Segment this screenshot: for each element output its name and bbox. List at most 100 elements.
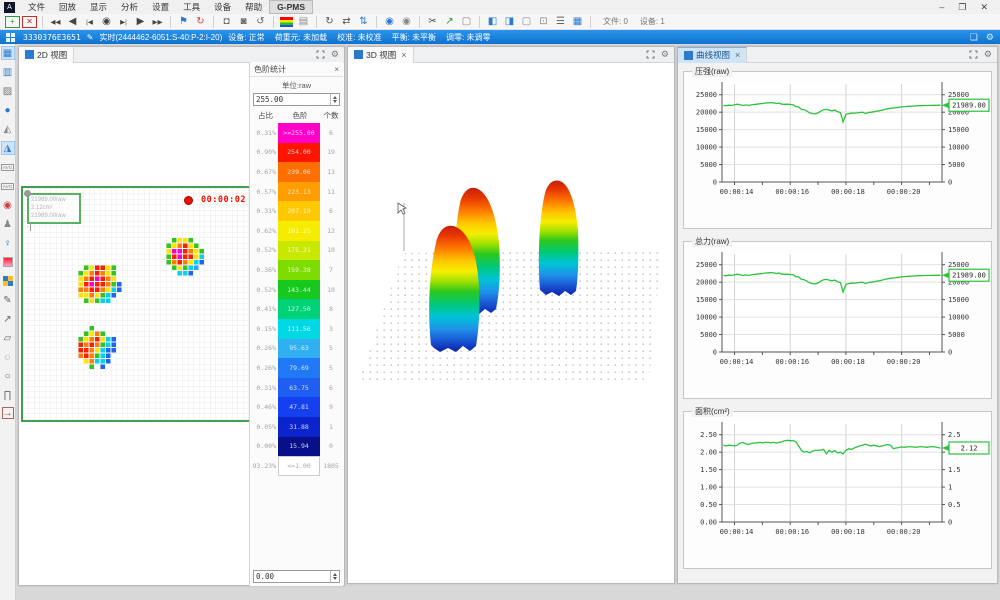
hex-tool-icon[interactable]: ● — [1, 103, 15, 117]
svg-text:5000: 5000 — [948, 161, 965, 169]
circle-tool-icon[interactable]: ○ — [1, 369, 15, 383]
list-icon[interactable]: ☰ — [553, 15, 568, 29]
histogram-title: 色阶统计 — [254, 64, 286, 75]
gear-icon[interactable]: ⚙ — [984, 49, 992, 60]
target-gray-icon[interactable]: ◉ — [399, 15, 414, 29]
go-end-icon[interactable]: ▶| — [116, 15, 131, 29]
menu-工具[interactable]: 工具 — [176, 0, 207, 14]
target-tool-icon[interactable]: ◉ — [1, 198, 15, 212]
add-frame-icon[interactable]: + — [5, 16, 20, 28]
max-level-spinner[interactable]: 255.00 — [253, 93, 340, 106]
menu-帮助[interactable]: 帮助 — [238, 0, 269, 14]
min-level-spinner[interactable]: 0.00 — [253, 570, 340, 583]
workspace: ▦ ▥ ▨ ● ◭ ◮ AVG AVG ◉ ♟ ♀ ✎ ↗ ▱ ◌ ○ ∏ → 2D 视图 ⚙ — [0, 44, 1000, 600]
avg-b-tool-icon[interactable]: AVG — [1, 179, 15, 193]
menu-设备[interactable]: 设备 — [207, 0, 238, 14]
maximize-button[interactable]: ❐ — [958, 2, 966, 13]
export-icon[interactable]: ↗ — [442, 15, 457, 29]
toolbar-counters: 文件: 0 设备: 1 — [603, 16, 665, 27]
menu-G-PMS[interactable]: G-PMS — [269, 0, 313, 14]
expand-icon[interactable] — [646, 50, 655, 59]
camera-icon[interactable]: ◘ — [219, 15, 234, 29]
colorbar-icon[interactable] — [279, 15, 294, 29]
histogram-row: 0.46%47.819 — [250, 397, 343, 417]
gradient-tool-icon[interactable] — [1, 255, 15, 269]
monitor-icon[interactable]: ⊡ — [536, 15, 551, 29]
expand-icon[interactable] — [316, 50, 325, 59]
go-start-icon[interactable]: |◀ — [82, 15, 97, 29]
edit-icon[interactable]: ✎ — [87, 33, 94, 42]
close-icon[interactable]: × — [401, 50, 406, 60]
polygon-tool-icon[interactable]: ▱ — [1, 331, 15, 345]
gear-icon[interactable]: ⚙ — [331, 49, 339, 60]
histogram-row: 0.31%207.196 — [250, 201, 343, 221]
status-fields: 设备: 正常荷重元: 未加载校准: 未校准平衡: 未平衡调零: 未调零 — [228, 32, 490, 43]
menu-设置[interactable]: 设置 — [145, 0, 176, 14]
camera-rotate-icon[interactable]: ↺ — [253, 15, 268, 29]
fast-forward-icon[interactable]: ▶▶ — [150, 15, 165, 29]
prism-blue-tool-icon[interactable]: ◮ — [1, 141, 15, 155]
quad-color-tool-icon[interactable] — [1, 274, 15, 288]
frame2-icon[interactable]: ▢ — [519, 15, 534, 29]
tab-3d-view[interactable]: 3D 视图 × — [348, 47, 414, 63]
clipboard-icon[interactable]: ▤ — [296, 15, 311, 29]
tab-2d-view[interactable]: 2D 视图 — [19, 47, 74, 63]
prism-gray-tool-icon[interactable]: ◭ — [1, 122, 15, 136]
export-tool-icon[interactable]: → — [2, 407, 14, 419]
target-blue-icon[interactable]: ◉ — [382, 15, 397, 29]
close-icon[interactable]: × — [735, 50, 740, 60]
svg-text:20000: 20000 — [696, 279, 717, 287]
play-icon[interactable]: ▶ — [133, 15, 148, 29]
toolbar-separator — [42, 16, 43, 28]
stop-icon[interactable]: ◉ — [99, 15, 114, 29]
tab-curve-view[interactable]: 曲线视图 × — [678, 47, 747, 63]
menu-回放[interactable]: 回放 — [52, 0, 83, 14]
hatch-pen-tool-icon[interactable]: ▨ — [1, 84, 15, 98]
pin-icon[interactable]: ⚑ — [176, 15, 191, 29]
panel-right-icon[interactable]: ◨ — [502, 15, 517, 29]
pin-tool-icon[interactable]: ♀ — [1, 236, 15, 250]
panel-3d-header: 3D 视图 × ⚙ — [348, 47, 674, 63]
swap-v-icon[interactable]: ⇅ — [356, 15, 371, 29]
step-back-icon[interactable]: ◀ — [65, 15, 80, 29]
map-value-tooltip[interactable]: 21989.00raw 2.12cm² 21989.00raw — [27, 193, 81, 224]
swap-h-icon[interactable]: ⇄ — [339, 15, 354, 29]
layout-icon[interactable]: ❏ — [970, 32, 978, 43]
close-icon[interactable]: × — [334, 65, 339, 74]
pressure-map-2d[interactable]: 21989.00raw 2.12cm² 21989.00raw 00:00:02 — [21, 186, 252, 422]
loop-icon[interactable]: ↻ — [193, 15, 208, 29]
menu-显示[interactable]: 显示 — [83, 0, 114, 14]
spinner-arrows-icon[interactable] — [330, 94, 339, 105]
gear-icon[interactable]: ⚙ — [661, 49, 669, 60]
avg-a-tool-icon[interactable]: AVG — [1, 160, 15, 174]
minimize-button[interactable]: – — [939, 2, 944, 13]
camera-record-icon[interactable]: ◙ — [236, 15, 251, 29]
svg-text:25000: 25000 — [948, 91, 969, 99]
close-button[interactable]: ✕ — [980, 2, 988, 13]
menu-文件[interactable]: 文件 — [21, 0, 52, 14]
panel-left-icon[interactable]: ◧ — [485, 15, 500, 29]
polyline-tool-icon[interactable]: ↗ — [1, 312, 15, 326]
histogram-row: 0.62%191.2512 — [250, 221, 343, 241]
lasso-tool-icon[interactable]: ◌ — [1, 350, 15, 364]
pressure-surface-3d[interactable] — [348, 63, 674, 583]
grid-icon[interactable]: ▦ — [570, 15, 585, 29]
gear-icon[interactable]: ⚙ — [986, 32, 994, 43]
expand-icon[interactable] — [969, 50, 978, 59]
grid-half-tool-icon[interactable]: ▥ — [1, 65, 15, 79]
rotate-icon[interactable]: ↻ — [322, 15, 337, 29]
delete-frame-icon[interactable]: ✕ — [22, 16, 37, 28]
menu-分析[interactable]: 分析 — [114, 0, 145, 14]
pencil-tool-icon[interactable]: ✎ — [1, 293, 15, 307]
grid-tool-icon[interactable]: ▦ — [1, 46, 15, 60]
rewind-icon[interactable]: ◀◀ — [48, 15, 63, 29]
histogram-column-headers: 占比色阶个数 — [250, 106, 343, 123]
person-tool-icon[interactable]: ♟ — [1, 217, 15, 231]
frame-icon[interactable]: ▢ — [459, 15, 474, 29]
svg-text:00:00:18: 00:00:18 — [831, 528, 865, 536]
chart-pressure: 压强(raw) 00500050001000010000150001500020… — [683, 71, 992, 229]
cut-icon[interactable]: ✂ — [425, 15, 440, 29]
bridge-tool-icon[interactable]: ∏ — [1, 388, 15, 402]
tooltip-handle-icon[interactable] — [24, 190, 31, 197]
spinner-arrows-icon[interactable] — [330, 571, 339, 582]
